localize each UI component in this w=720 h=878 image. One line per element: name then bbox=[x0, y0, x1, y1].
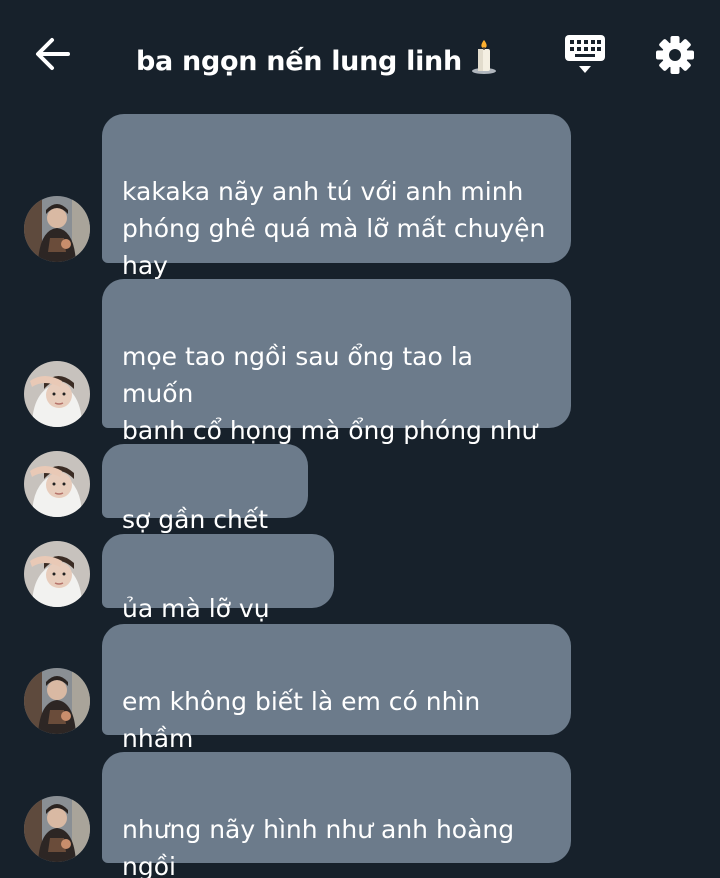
message-text: nhưng nãy hình như anh hoàng ngồi sau ôm… bbox=[122, 815, 515, 878]
avatar-white-hood bbox=[24, 541, 90, 607]
bot-keyboard-icon bbox=[565, 35, 605, 73]
candle-emoji bbox=[470, 38, 498, 81]
avatar[interactable] bbox=[24, 451, 90, 517]
chat-title-text: ba ngọn nến lung linh bbox=[136, 46, 462, 77]
chat-screen: ba ngọn nến lung linh kakaka nãy anh tú … bbox=[0, 0, 720, 878]
avatar-white-hood bbox=[24, 361, 90, 427]
avatar-white-hood bbox=[24, 451, 90, 517]
avatar[interactable] bbox=[24, 361, 90, 427]
bot-keyboard-button[interactable] bbox=[562, 30, 608, 78]
message-bubble[interactable]: sợ gần chết bbox=[102, 444, 308, 604]
message-bubble[interactable]: kakaka nãy anh tú với anh minh phóng ghê… bbox=[102, 114, 571, 280]
message-bubble[interactable]: mọe tao ngồi sau ổng tao la muốn banh cổ… bbox=[102, 279, 571, 482]
chat-header: ba ngọn nến lung linh bbox=[0, 0, 720, 106]
arrow-left-icon bbox=[36, 38, 70, 70]
message-bubble[interactable]: em không biết là em có nhìn nhầm hay khô… bbox=[102, 624, 571, 790]
avatar[interactable] bbox=[24, 668, 90, 734]
message-bubble[interactable]: ủa mà lỡ vụ gì??? bbox=[102, 534, 334, 660]
back-button[interactable] bbox=[30, 32, 74, 76]
message-bubble[interactable]: nhưng nãy hình như anh hoàng ngồi sau ôm… bbox=[102, 752, 571, 878]
settings-button[interactable] bbox=[652, 32, 698, 78]
message-text: sợ gần chết bbox=[122, 505, 269, 534]
avatar[interactable] bbox=[24, 796, 90, 862]
message-text: kakaka nãy anh tú với anh minh phóng ghê… bbox=[122, 177, 546, 280]
avatar[interactable] bbox=[24, 196, 90, 262]
avatar-dark-jacket bbox=[24, 796, 90, 862]
chat-title[interactable]: ba ngọn nến lung linh bbox=[136, 38, 498, 81]
gear-icon bbox=[656, 36, 694, 74]
avatar[interactable] bbox=[24, 541, 90, 607]
avatar-dark-jacket bbox=[24, 668, 90, 734]
avatar-dark-jacket bbox=[24, 196, 90, 262]
